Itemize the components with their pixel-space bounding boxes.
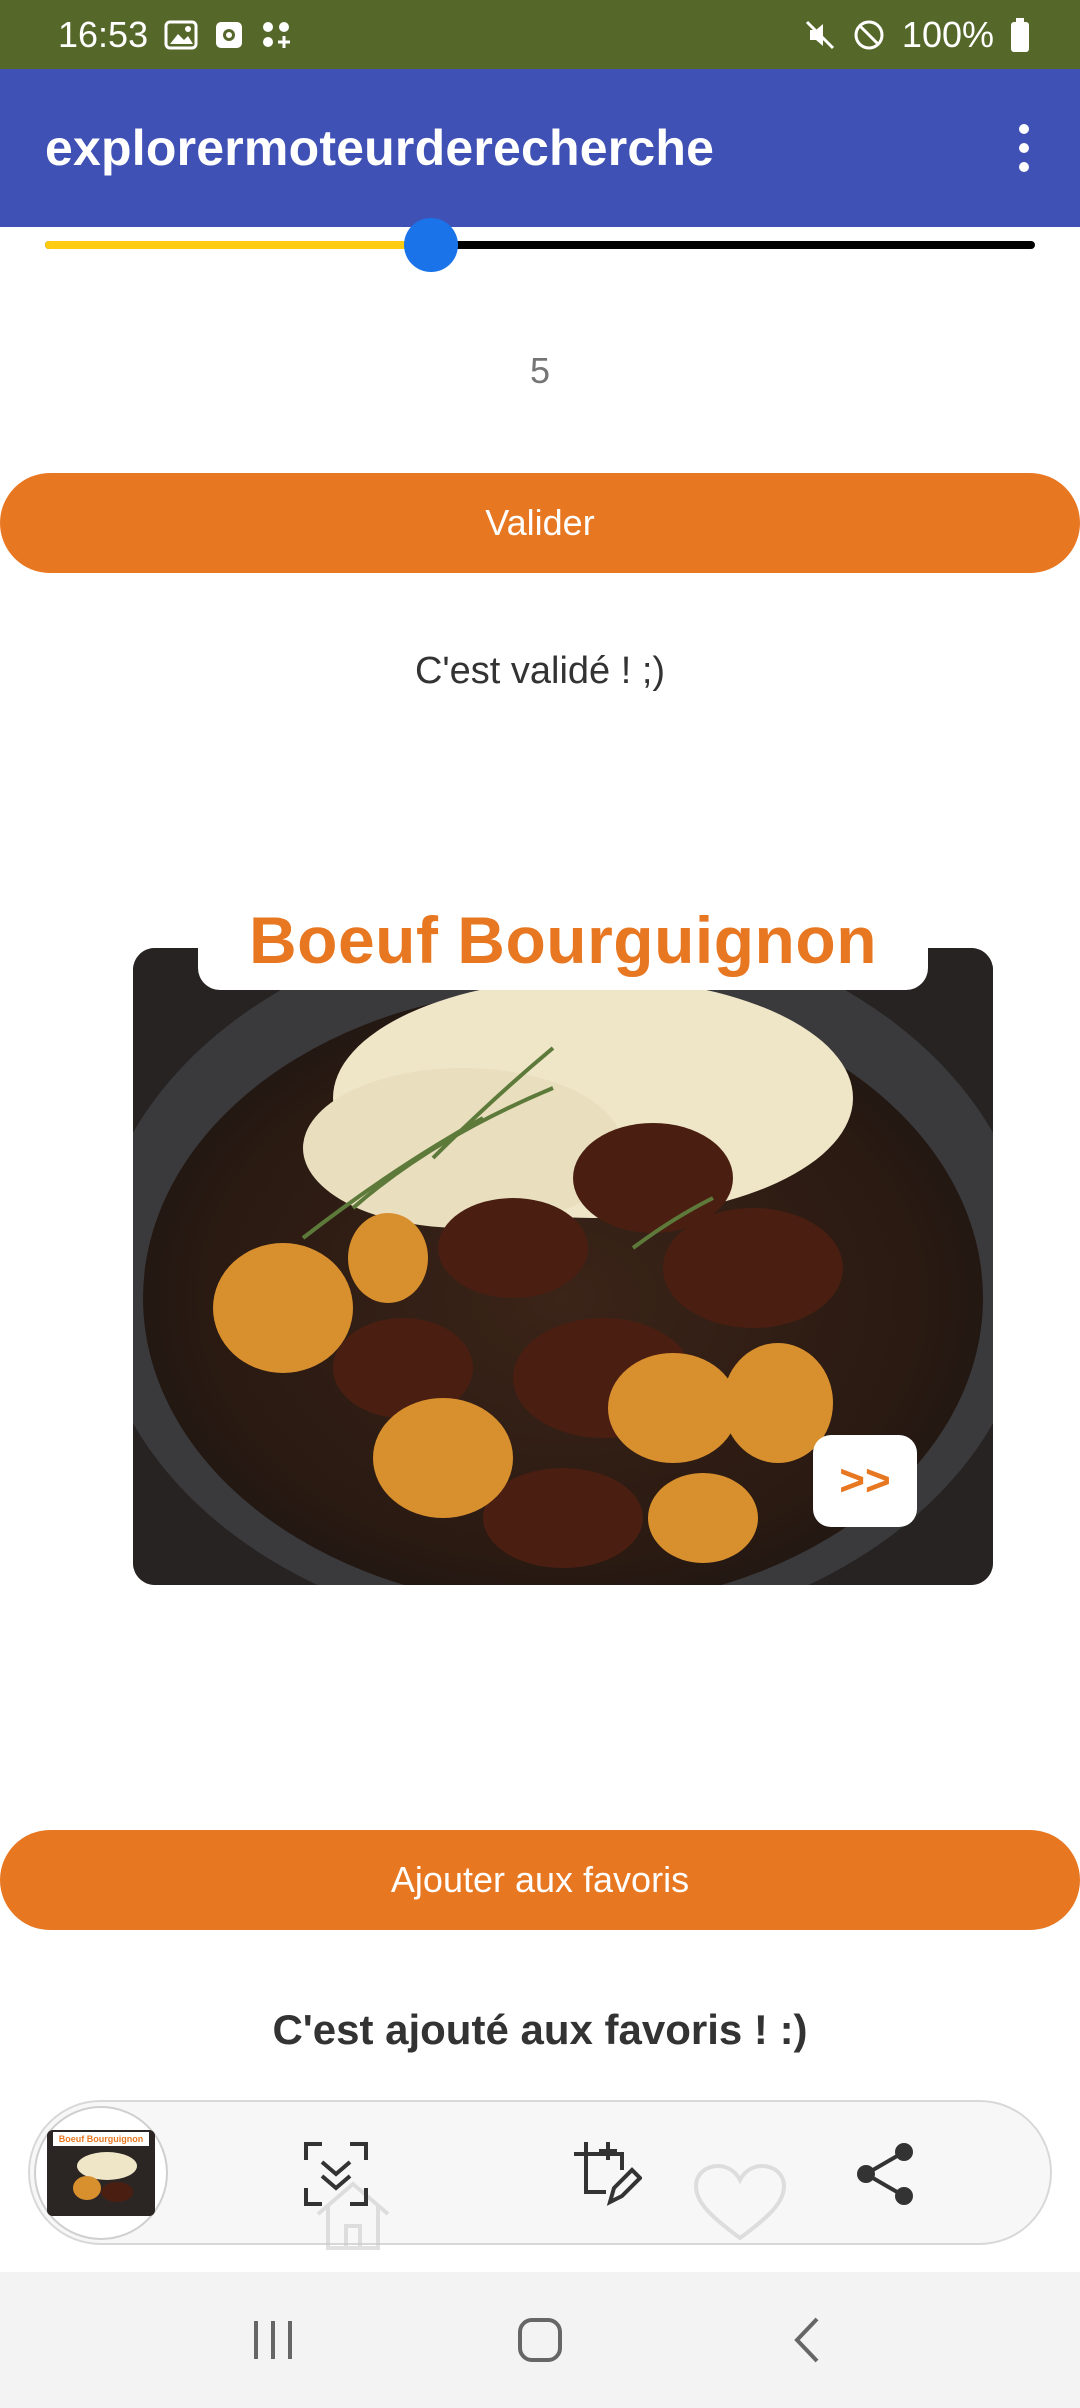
status-time: 16:53 [58,13,149,55]
status-left: 16:53 [58,14,294,56]
app-title: explorermoteurderecherche [45,120,715,176]
home-button-icon[interactable] [500,2300,580,2380]
screenshot-toolbar: Boeuf Bourguignon [28,2100,1052,2250]
back-icon[interactable] [767,2300,847,2380]
recipe-card[interactable]: Boeuf Bourguignon >> [133,890,993,1590]
dots-grid-icon [260,20,294,50]
recent-apps-icon[interactable] [233,2300,313,2380]
mute-icon [804,19,836,51]
slider-fill [45,241,432,249]
battery-percent: 100% [901,13,994,55]
more-vert-icon[interactable] [1004,118,1044,178]
favorites-message: C'est ajouté aux favoris ! :) [272,2006,808,2053]
status-right: 100% [804,14,1030,56]
add-to-favorites-button[interactable]: Ajouter aux favoris [0,1830,1080,1930]
do-not-disturb-icon [852,18,886,52]
slider-thumb[interactable] [404,218,459,272]
value-slider[interactable] [45,218,1035,272]
heart-icon [693,2163,787,2241]
recipe-title: Boeuf Bourguignon [198,890,928,990]
battery-icon [1010,17,1030,52]
thumbnail-caption: Boeuf Bourguignon [59,2134,143,2144]
scan-icon[interactable] [300,2138,372,2210]
image-icon [164,20,198,50]
screen-record-icon [214,20,244,50]
crop-edit-icon[interactable] [570,2138,642,2210]
share-icon[interactable] [850,2138,922,2210]
validate-button[interactable]: Valider [0,473,1080,573]
screenshot-thumbnail[interactable]: Boeuf Bourguignon [34,2106,168,2240]
app-bar: explorermoteurderecherche [0,69,1080,227]
next-recipe-button[interactable]: >> [813,1435,917,1527]
thumbnail-image: Boeuf Bourguignon [47,2130,155,2216]
slider-value-label: 5 [529,350,551,391]
validated-message: C'est validé ! ;) [414,650,666,692]
status-bar: 16:53 100% [0,0,1080,69]
system-nav-bar [0,2272,1080,2408]
